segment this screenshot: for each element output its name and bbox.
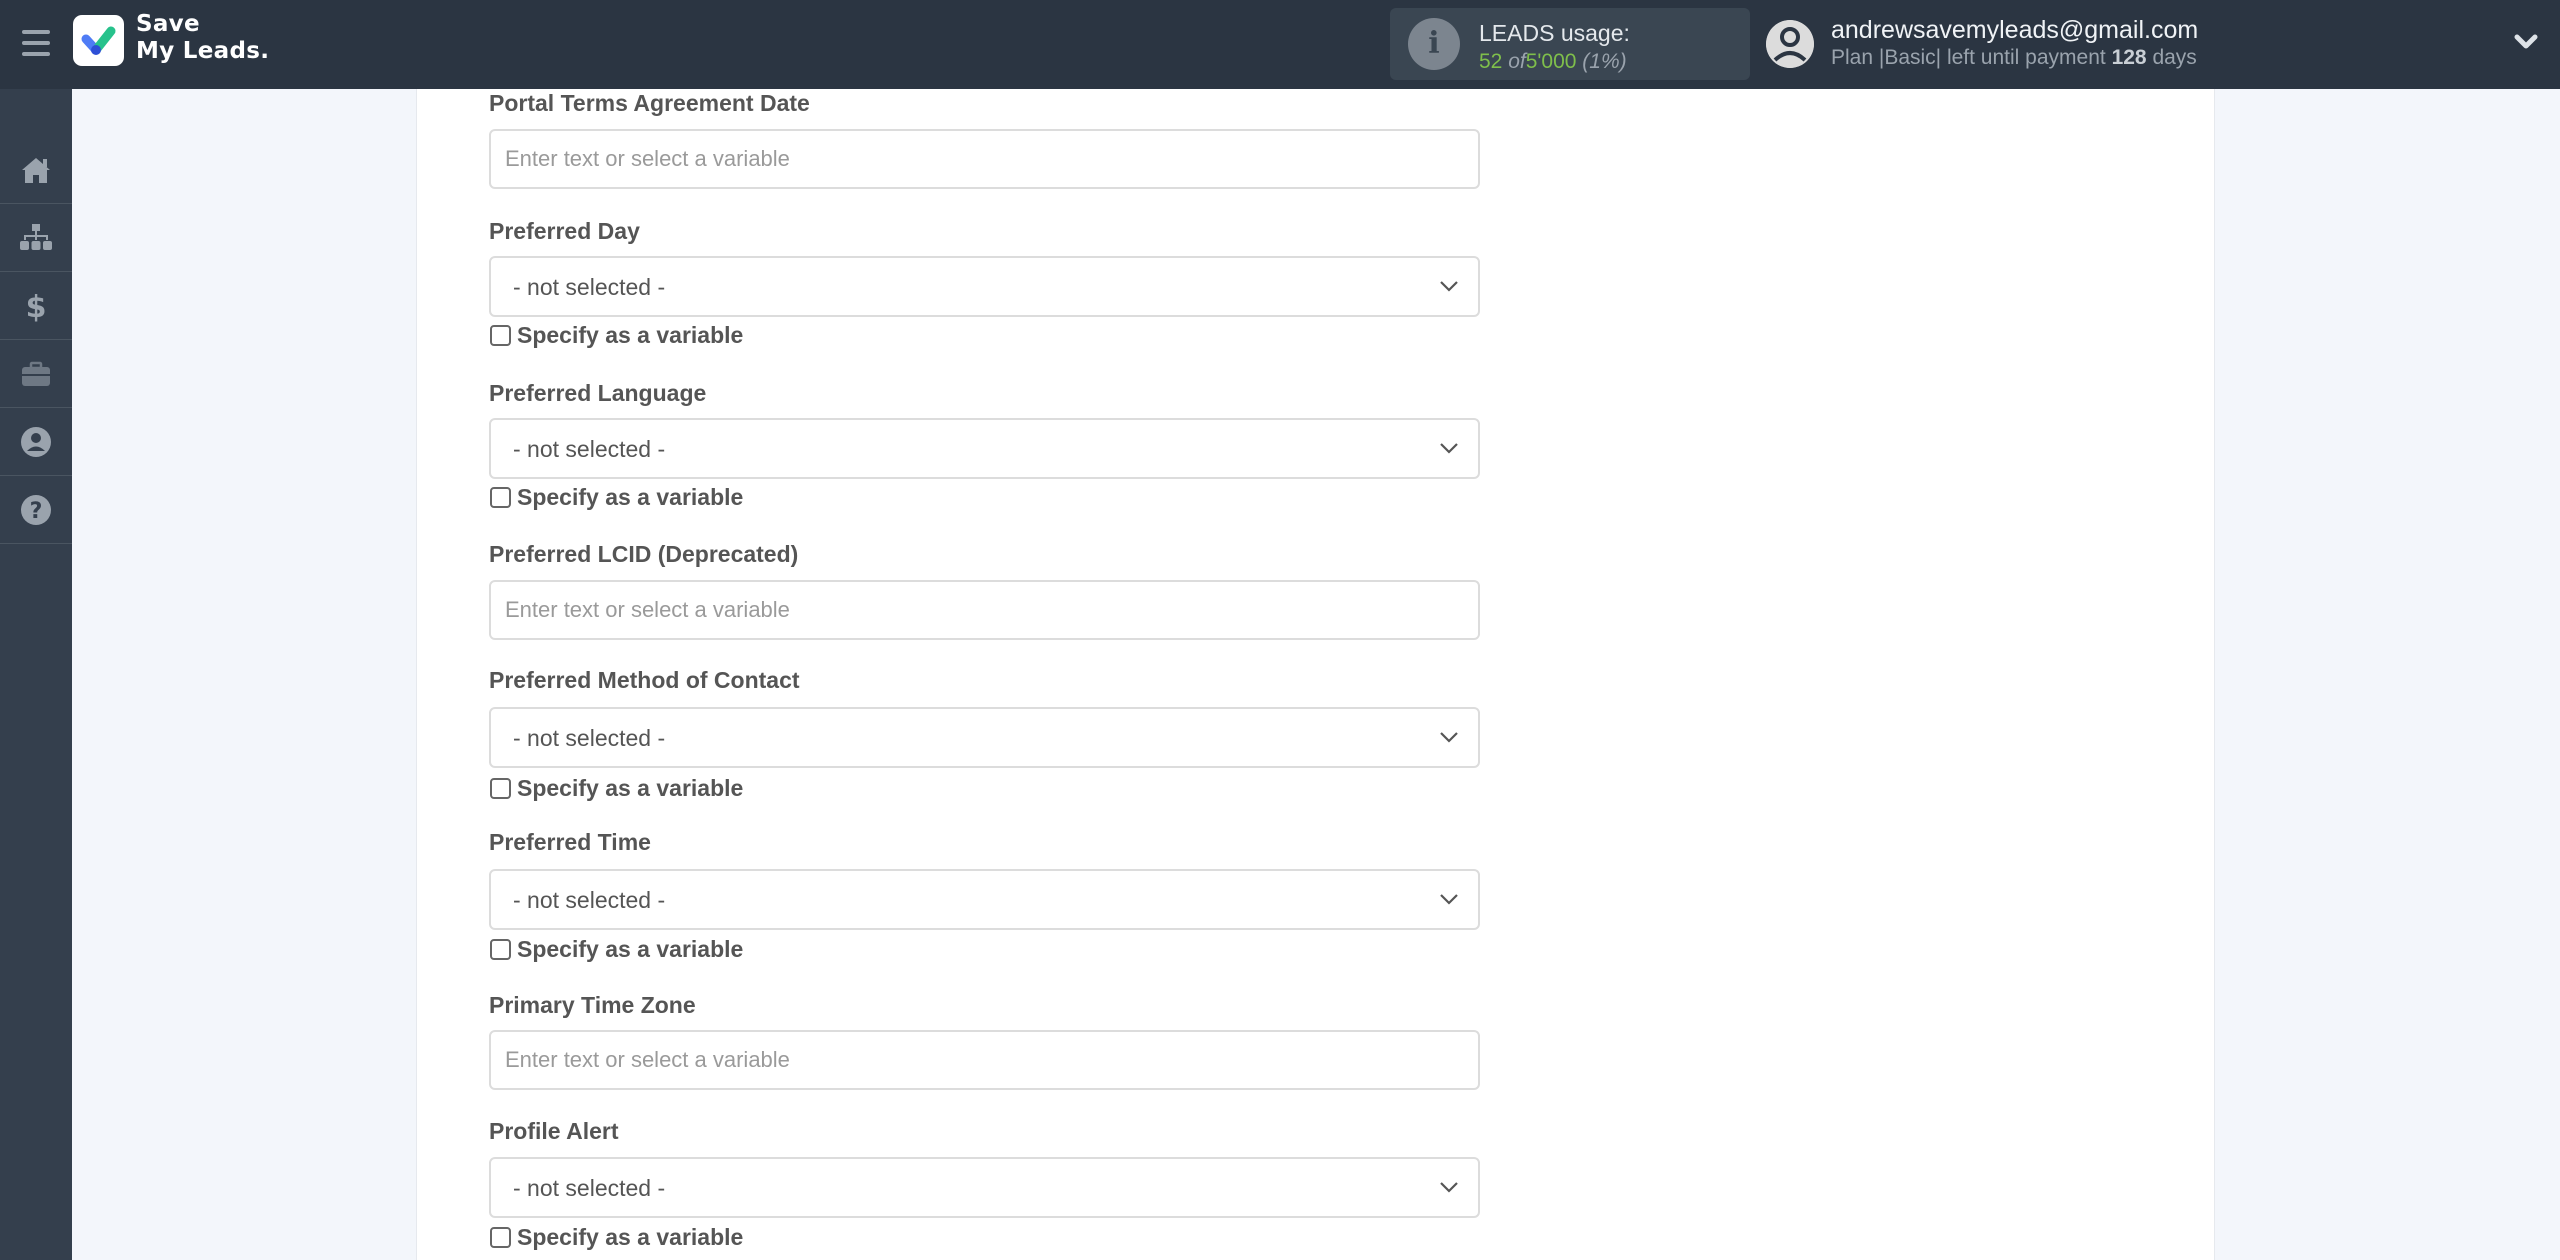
user-circle-icon [21,426,51,457]
svg-text:?: ? [30,499,43,524]
preferred-time-variable-checkbox[interactable]: Specify as a variable [490,936,743,963]
logo-line1: Save [136,11,200,37]
leads-usage-panel: i LEADS usage: 52 of5'000 (1%) [1390,8,1750,80]
chevron-down-icon [1440,281,1458,292]
checkbox[interactable] [490,778,511,799]
sitemap-icon [20,223,52,250]
usage-of: of [1508,50,1526,73]
usage-percent: (1%) [1582,50,1627,73]
usage-title: LEADS usage: [1479,20,1630,46]
checkbox-label: Specify as a variable [517,775,744,801]
checkbox[interactable] [490,1227,511,1248]
menu-toggle-icon[interactable] [22,30,50,56]
field-label-preferred-day: Preferred Day [489,218,640,244]
sidebar-item-billing[interactable]: $ [0,272,72,340]
sidebar: $ ? [0,89,72,1260]
info-icon: i [1408,18,1460,70]
field-label-preferred-language: Preferred Language [489,380,707,406]
primary-time-zone-input[interactable] [489,1030,1480,1090]
chevron-down-icon [1440,894,1458,905]
user-avatar-icon[interactable] [1766,20,1814,68]
briefcase-icon [22,361,50,386]
preferred-language-select[interactable]: - not selected - [489,418,1480,479]
checkbox-label: Specify as a variable [517,484,744,510]
field-label-primary-time-zone: Primary Time Zone [489,992,696,1018]
preferred-method-of-contact-select[interactable]: - not selected - [489,707,1480,768]
preferred-time-select[interactable]: - not selected - [489,869,1480,930]
usage-value: 52 of5'000 (1%) [1479,50,1627,74]
logo-line2: My Leads. [136,38,270,64]
field-label-preferred-lcid: Preferred LCID (Deprecated) [489,541,799,567]
portal-terms-agreement-date-input[interactable] [489,129,1480,189]
field-label-preferred-time: Preferred Time [489,829,651,855]
usage-used: 52 [1479,50,1503,73]
dollar-icon: $ [26,290,47,323]
profile-alert-variable-checkbox[interactable]: Specify as a variable [490,1224,743,1251]
chevron-down-icon [1440,443,1458,454]
plan-days-suffix: days [2152,46,2197,69]
plan-days: 128 [2111,46,2147,69]
question-circle-icon: ? [21,494,51,525]
chevron-down-icon[interactable] [2510,28,2542,56]
select-value: - not selected - [513,436,666,462]
select-value: - not selected - [513,274,666,300]
field-label-portal-terms-agreement-date: Portal Terms Agreement Date [489,90,810,116]
svg-text:$: $ [26,290,47,323]
preferred-day-select[interactable]: - not selected - [489,256,1480,317]
logo-icon[interactable] [73,15,124,66]
chevron-down-icon [1440,732,1458,743]
chevron-down-icon [1440,1182,1458,1193]
home-icon [22,157,50,183]
profile-alert-select[interactable]: - not selected - [489,1157,1480,1218]
preferred-lcid-input[interactable] [489,580,1480,640]
checkbox[interactable] [490,325,511,346]
checkbox-label: Specify as a variable [517,1224,744,1250]
checkbox[interactable] [490,487,511,508]
field-label-preferred-method-of-contact: Preferred Method of Contact [489,667,800,693]
user-email[interactable]: andrewsavemyleads@gmail.com [1831,16,2198,45]
select-value: - not selected - [513,725,666,751]
checkbox-label: Specify as a variable [517,322,744,348]
logo-text[interactable]: Save My Leads. [136,11,269,65]
checkbox[interactable] [490,939,511,960]
user-plan: Plan |Basic| left until payment 128 days [1831,46,2197,70]
select-value: - not selected - [513,887,666,913]
preferred-language-variable-checkbox[interactable]: Specify as a variable [490,484,743,511]
field-label-profile-alert: Profile Alert [489,1118,619,1144]
select-value: - not selected - [513,1175,666,1201]
sidebar-item-connections[interactable] [0,204,72,272]
sidebar-item-home[interactable] [0,136,72,204]
sidebar-item-help[interactable]: ? [0,476,72,544]
checkbox-label: Specify as a variable [517,936,744,962]
top-header: Save My Leads. i LEADS usage: 52 of5'000… [0,0,2560,89]
usage-limit: 5'000 [1525,50,1577,73]
sidebar-item-tools[interactable] [0,340,72,408]
sidebar-item-account[interactable] [0,408,72,476]
plan-text: Plan |Basic| left until payment [1831,46,2106,69]
preferred-day-variable-checkbox[interactable]: Specify as a variable [490,322,743,349]
preferred-method-of-contact-variable-checkbox[interactable]: Specify as a variable [490,775,743,802]
